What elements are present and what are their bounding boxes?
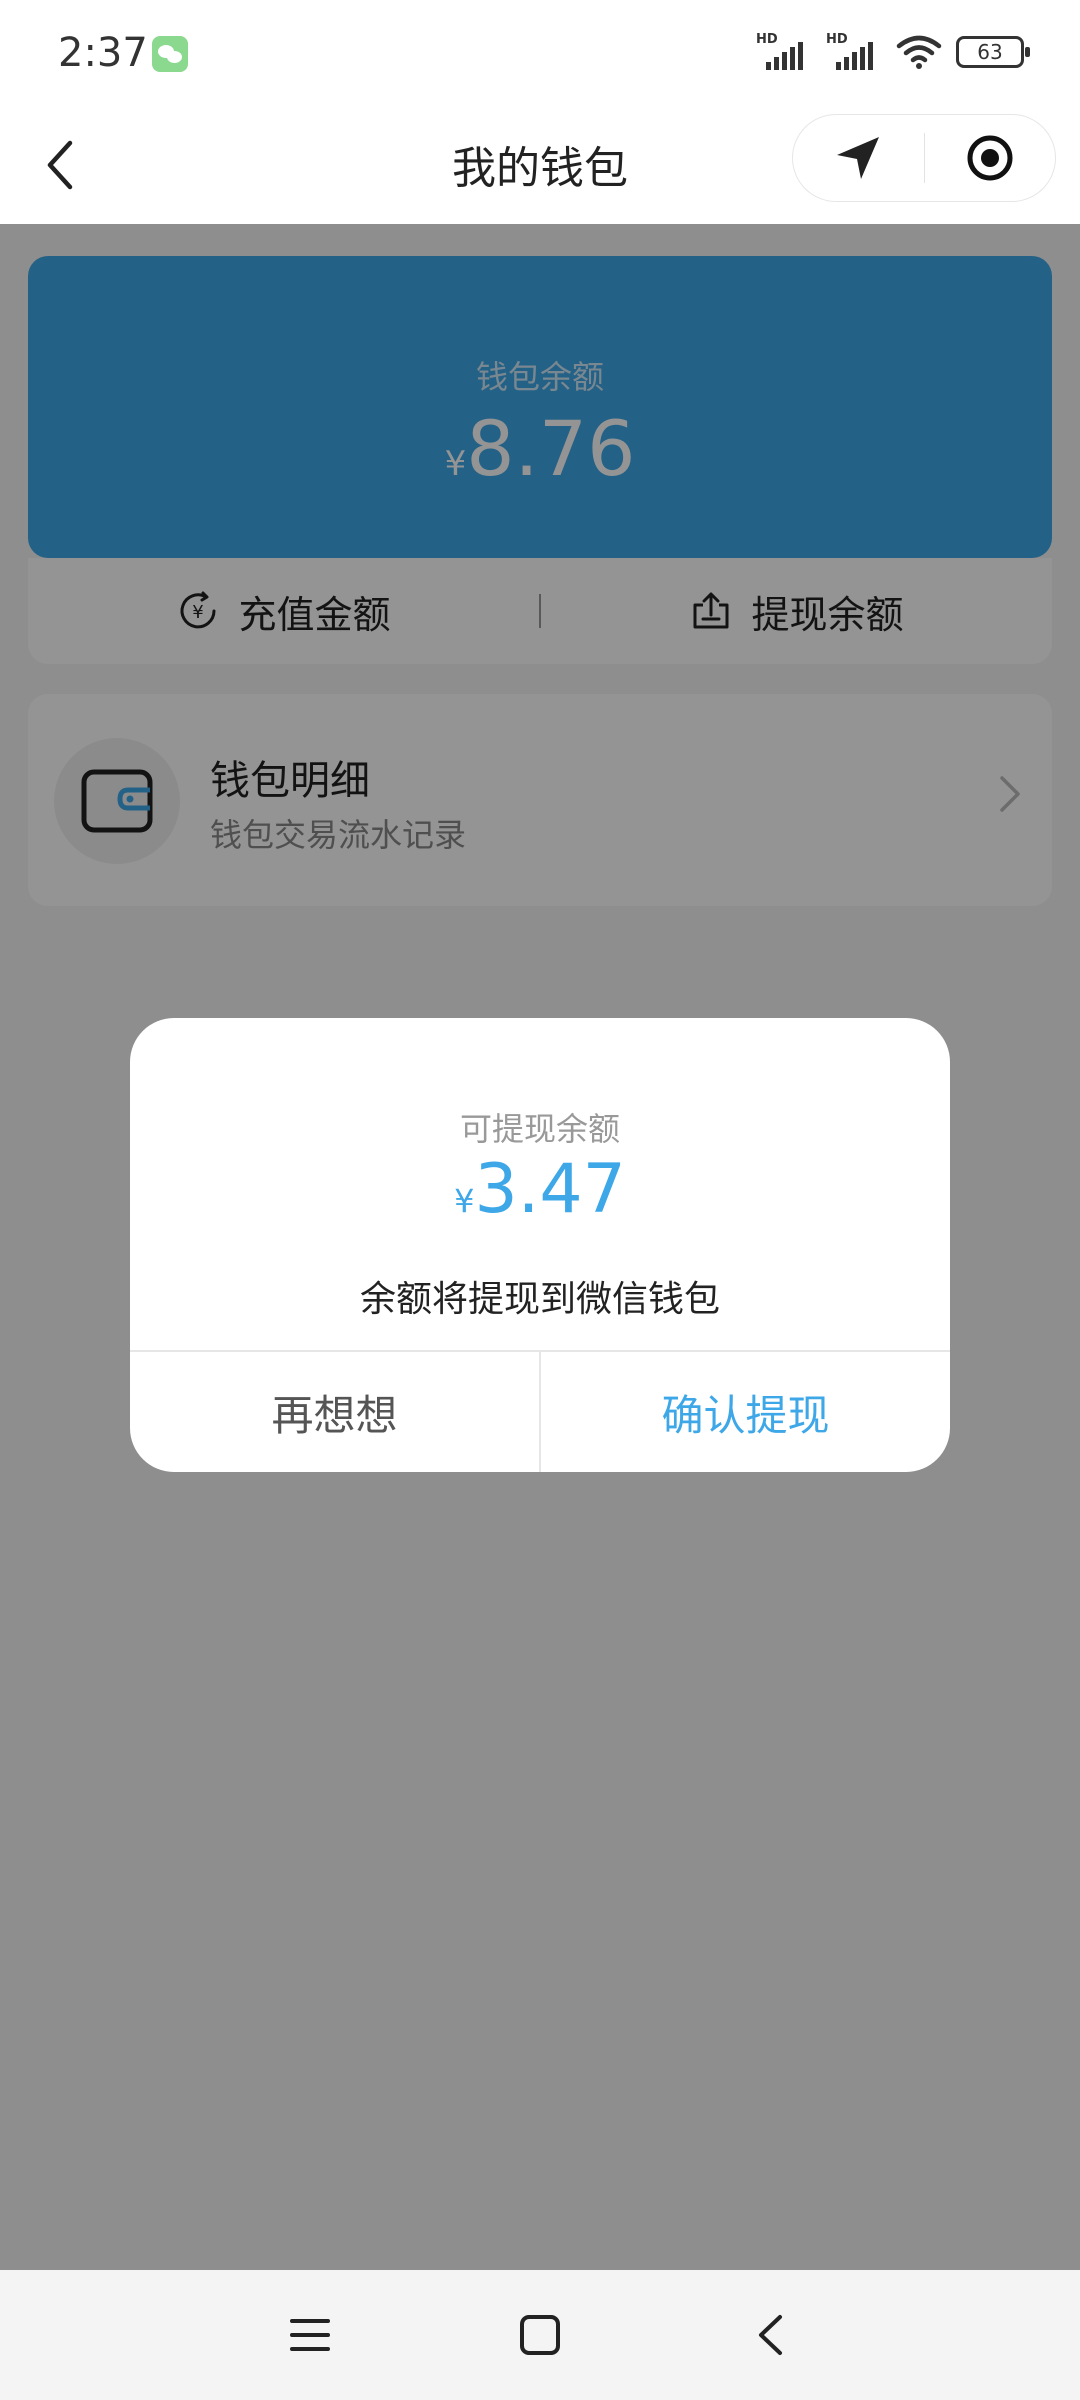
dialog-amount: ¥3.47 (130, 1150, 950, 1229)
wifi-icon (896, 35, 942, 69)
dialog-actions: 再想想 确认提现 (130, 1350, 950, 1472)
wechat-notification-icon (152, 36, 188, 72)
home-square-icon (520, 2315, 560, 2355)
location-arrow-icon (837, 137, 880, 179)
chevron-left-icon (759, 2315, 782, 2355)
signal-icon-2: HD (826, 32, 882, 70)
status-icons: HD HD 63 (756, 32, 1030, 70)
record-target-icon (967, 135, 1013, 181)
system-nav-bar (0, 2270, 1080, 2400)
recent-apps-button[interactable] (270, 2295, 350, 2375)
dialog-amount-value: 3.47 (474, 1150, 626, 1229)
withdraw-confirm-dialog: 可提现余额 ¥3.47 余额将提现到微信钱包 再想想 确认提现 (130, 1018, 950, 1472)
dialog-note: 余额将提现到微信钱包 (359, 1279, 720, 1320)
close-miniprogram-button[interactable] (925, 115, 1056, 201)
location-button[interactable] (793, 115, 924, 201)
signal-icon: HD (756, 32, 812, 70)
app-header: 我的钱包 (0, 106, 1080, 224)
status-bar: 2:37 HD HD 63 (0, 0, 1080, 106)
home-button[interactable] (500, 2295, 580, 2375)
dialog-label: 可提现余额 (459, 1110, 620, 1148)
status-time: 2:37 (58, 30, 148, 76)
menu-icon (290, 2319, 330, 2351)
battery-icon: 63 (956, 36, 1030, 68)
system-back-button[interactable] (730, 2295, 810, 2375)
battery-level: 63 (977, 40, 1003, 64)
miniprogram-capsule (792, 114, 1056, 202)
dialog-currency-symbol: ¥ (454, 1182, 475, 1220)
confirm-withdraw-button[interactable]: 确认提现 (541, 1352, 950, 1472)
cancel-button[interactable]: 再想想 (130, 1352, 541, 1472)
